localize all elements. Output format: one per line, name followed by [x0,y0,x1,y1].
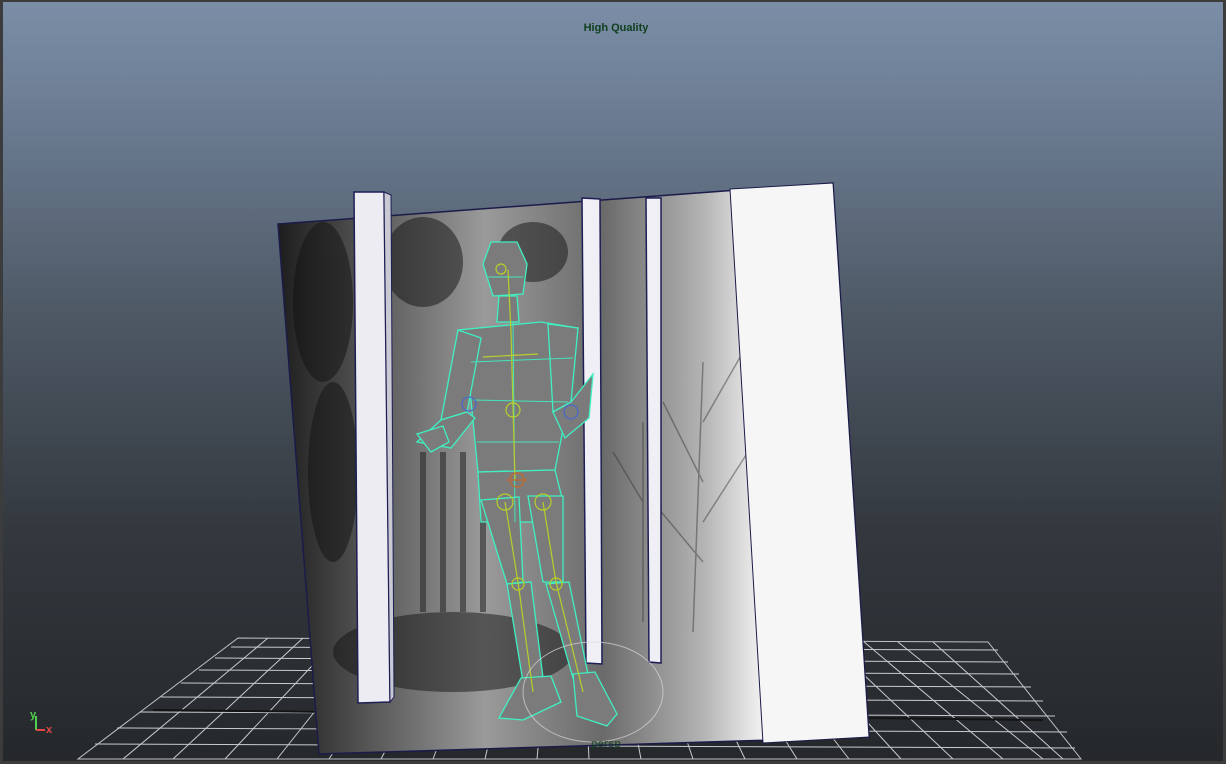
pillar-middle[interactable] [581,197,603,665]
camera-name-label: persp [591,738,621,750]
view-axis-indicator: y x [30,709,53,736]
pillar-left[interactable] [353,191,395,704]
x-axis-label: x [46,724,53,736]
y-axis-label: y [30,709,37,721]
scene-canvas[interactable]: y x [3,2,1226,764]
maya-viewport[interactable]: High Quality y x persp [0,0,1226,764]
pillar-right[interactable] [645,197,662,664]
